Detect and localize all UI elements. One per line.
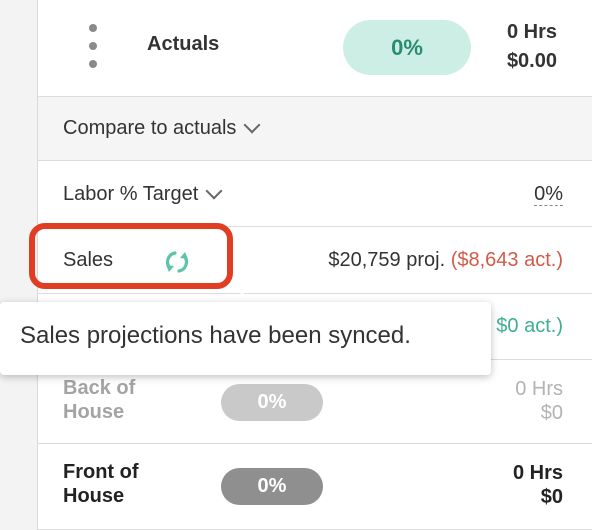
actuals-hours: 0 Hrs [506,21,557,43]
sync-icon[interactable] [163,248,191,276]
labor-target-label: Labor % Target [63,183,199,205]
actuals-percent-badge[interactable]: 0% [343,20,471,75]
sales-row: Sales $20,759 proj. ($8,643 act.) [38,227,592,294]
compare-dropdown-label: Compare to actuals [63,117,237,139]
labor-target-value[interactable]: 0% [534,183,563,206]
labor-panel: Actuals 0% 0 Hrs $0.00 Compare to actual… [37,0,592,530]
front-of-house-hours: 0 Hrs [512,462,563,484]
sales-label: Sales [63,249,114,271]
sync-tooltip: Sales projections have been synced. [0,302,491,375]
back-of-house-totals: 0 Hrs $0 [515,377,563,425]
actuals-cost: $0.00 [506,50,557,72]
front-of-house-label: Front of House [63,461,139,507]
back-of-house-label: Back of House [63,377,136,423]
sales-values: $20,759 proj. ($8,643 act.) [328,249,563,272]
actuals-title: Actuals [147,33,220,55]
back-of-house-hours: 0 Hrs [515,378,563,400]
chevron-down-icon [205,182,223,199]
sales-actual: ($8,643 act.) [450,249,563,271]
sales-projected: $20,759 proj. [328,249,446,271]
front-of-house-percent-badge[interactable]: 0% [221,468,323,505]
compare-row: Compare to actuals [38,97,592,161]
covered-row-actual: $0 act.) [496,315,563,337]
back-of-house-cost: $0 [540,402,563,424]
actuals-header-row: Actuals 0% 0 Hrs $0.00 [38,0,592,97]
front-of-house-cost: $0 [540,486,563,508]
back-of-house-percent-badge[interactable]: 0% [221,384,323,421]
labor-target-row: Labor % Target 0% [38,161,592,227]
actuals-totals: 0 Hrs $0.00 [507,18,557,76]
more-options-icon[interactable] [88,24,98,68]
compare-dropdown[interactable]: Compare to actuals [63,116,261,140]
labor-target-dropdown[interactable]: Labor % Target [63,182,223,206]
front-of-house-totals: 0 Hrs $0 [513,461,563,509]
front-of-house-row[interactable]: Front of House 0% 0 Hrs $0 [38,444,592,530]
chevron-down-icon [243,116,261,133]
